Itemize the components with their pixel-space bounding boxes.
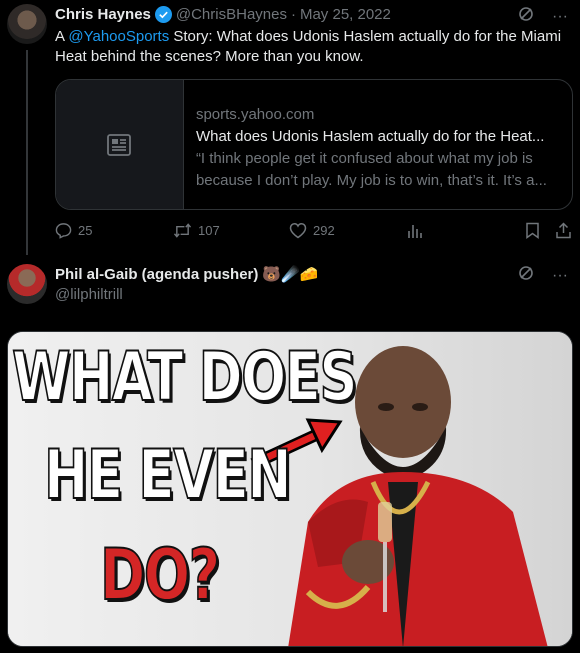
like-button[interactable]: 292 — [289, 222, 335, 239]
tweet-image[interactable]: WHAT DOES HE EVEN DO? — [7, 331, 573, 647]
separator: · — [290, 6, 296, 23]
more-options-icon[interactable]: ··· — [552, 267, 568, 285]
mention-link[interactable]: @YahooSports — [68, 28, 169, 45]
tweet-header: Phil al-Gaib (agenda pusher) 🐻☄️🧀 — [55, 265, 319, 284]
tweet-date[interactable]: May 25, 2022 — [300, 6, 391, 23]
verified-badge-icon — [154, 6, 172, 23]
retweet-icon — [173, 223, 192, 238]
share-button[interactable] — [555, 222, 572, 239]
reply-button[interactable]: 25 — [55, 222, 92, 239]
reply-icon — [55, 223, 72, 239]
like-count: 292 — [313, 223, 335, 238]
card-description: “I think people get it confused about wh… — [195, 150, 547, 189]
retweet-button[interactable]: 107 — [173, 222, 220, 239]
grok-icon[interactable] — [518, 6, 534, 27]
tweet-text: A @YahooSports Story: What does Udonis H… — [55, 27, 570, 67]
avatar[interactable] — [7, 264, 47, 304]
tweet-header: Chris Haynes @ChrisBHaynes · May 25, 202… — [55, 6, 391, 23]
avatar[interactable] — [7, 4, 47, 44]
tweet-text-prefix: A — [55, 28, 69, 45]
author-handle[interactable]: @ChrisBHaynes — [176, 6, 287, 23]
analytics-icon — [408, 225, 422, 238]
tweet-top-actions: ··· — [518, 6, 568, 27]
meme-text-line1: WHAT DOES — [11, 338, 358, 417]
tweet-top-actions: ··· — [518, 265, 568, 286]
views-button[interactable] — [407, 222, 423, 239]
author-handle[interactable]: @lilphiltrill — [55, 286, 123, 303]
tweet-actions-bar: 25 107 292 — [55, 222, 575, 244]
share-icon — [556, 222, 571, 239]
bookmark-button[interactable] — [525, 222, 540, 239]
meme-text-line3: DO? — [99, 534, 221, 616]
retweet-count: 107 — [198, 223, 220, 238]
heart-icon — [289, 223, 307, 239]
card-domain: sports.yahoo.com — [195, 106, 315, 123]
name-emojis: 🐻☄️🧀 — [262, 266, 319, 283]
more-options-icon[interactable]: ··· — [552, 8, 568, 26]
link-preview-card[interactable]: sports.yahoo.com What does Udonis Haslem… — [55, 79, 573, 210]
article-icon — [56, 80, 184, 209]
grok-icon[interactable] — [518, 265, 534, 286]
card-title: What does Udonis Haslem actually do for … — [195, 128, 545, 145]
author-name[interactable]: Phil al-Gaib (agenda pusher) — [55, 266, 258, 283]
reply-count: 25 — [78, 223, 93, 238]
author-name[interactable]: Chris Haynes — [55, 6, 151, 23]
bookmark-icon — [526, 222, 539, 239]
thread-connector-line — [26, 50, 28, 255]
meme-text-line2: HE EVEN — [43, 436, 292, 515]
